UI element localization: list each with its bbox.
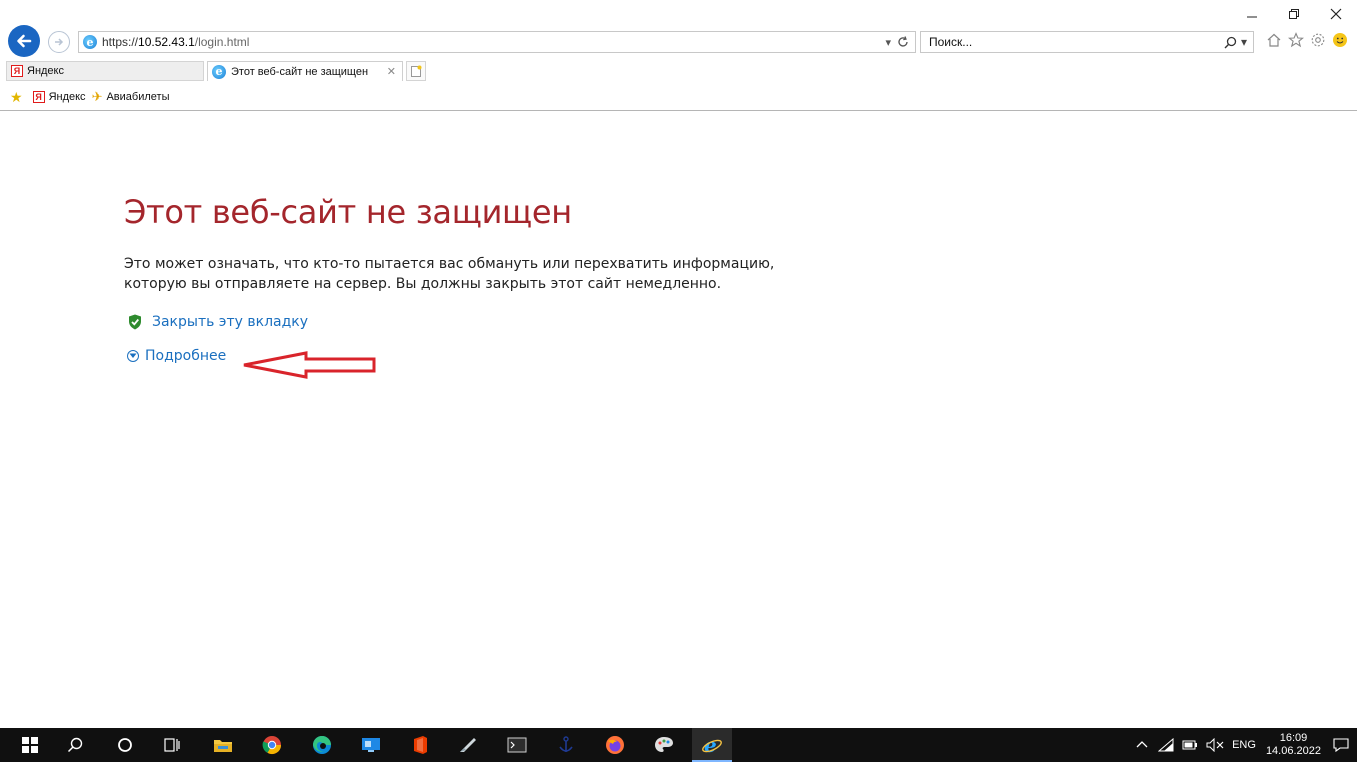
url-path: /login.html: [194, 35, 250, 49]
office-icon: [414, 736, 427, 754]
edge-icon: [313, 736, 331, 754]
favorites-star-icon[interactable]: [1288, 32, 1304, 48]
favorites-add-icon[interactable]: ★: [10, 89, 23, 106]
terminal-icon: [507, 737, 527, 753]
refresh-icon[interactable]: [897, 36, 909, 48]
clock-time: 16:09: [1279, 732, 1308, 744]
window-controls: [1231, 0, 1357, 28]
cortana-circle-icon: [118, 738, 132, 752]
clock-date: 14.06.2022: [1265, 745, 1321, 757]
chevron-down-icon: [127, 350, 139, 362]
favorite-aviabilety[interactable]: ✈ Авиабилеты: [92, 89, 170, 105]
minimize-icon: [1247, 16, 1257, 18]
address-bar-actions: ▾: [885, 36, 915, 49]
search-actions: ▾: [1224, 35, 1253, 49]
address-bar[interactable]: e https://10.52.43.1/login.html ▾: [78, 31, 916, 53]
close-tab-label: Закрыть эту вкладку: [152, 314, 309, 330]
taskbar-app-feather[interactable]: [448, 728, 488, 762]
minimize-button[interactable]: [1231, 0, 1273, 28]
battery-icon[interactable]: [1182, 739, 1198, 751]
favorite-yandex[interactable]: Я Яндекс: [29, 91, 86, 103]
page-title: Этот веб-сайт не защищен: [124, 193, 572, 231]
search-icon[interactable]: [1224, 36, 1237, 49]
internet-explorer-icon: e: [702, 734, 722, 756]
task-view-icon: [164, 738, 180, 752]
network-icon[interactable]: [1158, 738, 1174, 752]
settings-gear-icon[interactable]: [1310, 32, 1326, 48]
chrome-icon: [262, 736, 281, 755]
input-language[interactable]: ENG: [1232, 739, 1256, 751]
folder-icon: [214, 740, 232, 752]
warning-description: Это может означать, что кто-то пытается …: [124, 256, 775, 292]
tab-label: Этот веб-сайт не защищен: [231, 65, 369, 78]
taskbar-office[interactable]: [400, 728, 440, 762]
close-window-button[interactable]: [1315, 0, 1357, 28]
anchor-icon: [559, 736, 573, 752]
chrome-divider: [0, 110, 1357, 111]
firefox-icon: [606, 736, 624, 754]
start-button[interactable]: [10, 728, 50, 762]
forward-button[interactable]: [48, 31, 70, 53]
task-view-button[interactable]: [152, 728, 192, 762]
tab-label: Яндекс: [27, 65, 64, 77]
feather-pen-icon: [460, 738, 476, 752]
yandex-icon: Я: [32, 91, 45, 103]
palette-icon: [655, 737, 673, 752]
clock[interactable]: 16:09 14.06.2022: [1266, 732, 1321, 758]
restore-button[interactable]: [1273, 0, 1315, 28]
taskbar-file-explorer[interactable]: [203, 728, 243, 762]
volume-muted-icon[interactable]: [1206, 738, 1224, 752]
taskbar-remote-desktop[interactable]: [351, 728, 391, 762]
close-icon: [1330, 8, 1342, 20]
search-dropdown-icon[interactable]: ▾: [1241, 35, 1247, 49]
favorite-label: Авиабилеты: [106, 91, 170, 103]
home-icon[interactable]: [1266, 32, 1282, 48]
favorite-label: Яндекс: [48, 91, 86, 103]
browser-chrome: e https://10.52.43.1/login.html ▾ Поиск.…: [0, 0, 1357, 111]
restore-icon: [1289, 9, 1299, 19]
toolbar-icons: [1266, 32, 1348, 48]
back-arrow-icon: [17, 34, 32, 48]
taskbar-app-anchor[interactable]: [546, 728, 586, 762]
new-tab-icon: [411, 65, 422, 77]
yandex-icon: Я: [11, 65, 23, 77]
ie-page-icon: e: [212, 64, 226, 79]
taskbar-firefox[interactable]: [595, 728, 635, 762]
windows-logo-icon: [22, 737, 38, 753]
tab-yandex[interactable]: Я Яндекс: [6, 61, 204, 81]
system-tray: ENG 16:09 14.06.2022: [1136, 728, 1349, 762]
favorites-bar: ★ Я Яндекс ✈ Авиабилеты: [0, 87, 1357, 107]
notification-icon[interactable]: [1333, 737, 1349, 753]
tab-strip: Я Яндекс e Этот веб-сайт не защищен ✕: [0, 61, 1357, 81]
taskbar-paint-app[interactable]: [644, 728, 684, 762]
taskbar-search-button[interactable]: [55, 728, 95, 762]
url-host: 10.52.43.1: [138, 35, 195, 49]
close-tab-link[interactable]: Закрыть эту вкладку: [128, 314, 884, 330]
warning-content: Этот веб-сайт не защищен Это может означ…: [124, 190, 884, 364]
smiley-feedback-icon[interactable]: [1332, 32, 1348, 48]
back-button[interactable]: [8, 25, 40, 57]
new-tab-button[interactable]: [406, 61, 426, 81]
tab-not-secure[interactable]: e Этот веб-сайт не защищен ✕: [207, 61, 403, 81]
cortana-button[interactable]: [105, 728, 145, 762]
search-box[interactable]: Поиск... ▾: [920, 31, 1254, 53]
taskbar-edge[interactable]: [302, 728, 342, 762]
dropdown-arrow-icon[interactable]: ▾: [885, 36, 891, 49]
more-info-label: Подробнее: [145, 348, 227, 364]
chevron-up-icon[interactable]: [1136, 739, 1148, 751]
plane-icon: ✈: [91, 89, 103, 104]
taskbar-chrome[interactable]: [252, 728, 292, 762]
shield-check-icon: [129, 314, 141, 330]
search-icon: [67, 737, 83, 753]
taskbar: e ENG 16:09 14.06.2022: [0, 728, 1357, 762]
taskbar-terminal[interactable]: [497, 728, 537, 762]
annotation-arrow: [243, 351, 376, 379]
url-scheme: https://: [102, 35, 139, 49]
monitor-app-icon: [362, 738, 380, 752]
ie-page-icon: e: [83, 35, 97, 49]
search-placeholder: Поиск...: [929, 35, 973, 49]
tab-close-icon[interactable]: ✕: [387, 65, 396, 78]
forward-arrow-icon: [55, 38, 64, 46]
taskbar-internet-explorer[interactable]: e: [692, 728, 732, 762]
